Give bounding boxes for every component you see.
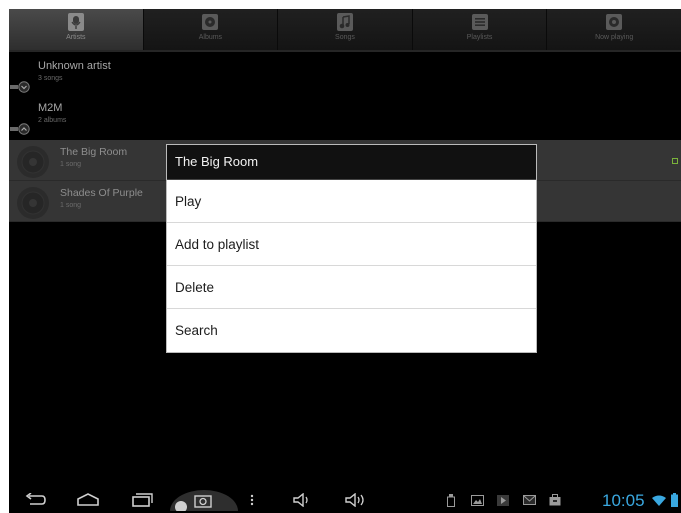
tab-songs-label: Songs	[335, 34, 355, 41]
list-item-artist[interactable]: M2M 2 albums	[9, 96, 681, 138]
music-note-icon	[336, 13, 354, 31]
tab-now-playing-label: Now playing	[595, 34, 634, 41]
album-icon	[201, 13, 219, 31]
artist-name: M2M	[38, 102, 63, 114]
image-notification-icon	[469, 489, 485, 511]
back-icon[interactable]	[23, 489, 47, 511]
album-song-count: 1 song	[60, 202, 82, 209]
artist-album-count: 2 albums	[38, 117, 67, 124]
play-notification-icon	[495, 489, 511, 511]
playlist-icon	[471, 13, 489, 31]
status-clock: 10:05	[602, 491, 645, 510]
tab-now-playing[interactable]: Now playing	[547, 9, 681, 50]
tab-playlists[interactable]: Playlists	[412, 9, 548, 50]
album-song-count: 1 song	[60, 161, 82, 168]
tab-albums-label: Albums	[198, 34, 223, 41]
menu-item-add-to-playlist[interactable]: Add to playlist	[167, 223, 536, 266]
shop-notification-icon	[547, 489, 563, 511]
wifi-icon	[651, 489, 667, 511]
menu-item-delete[interactable]: Delete	[167, 266, 536, 309]
now-playing-indicator-icon	[672, 158, 678, 164]
tab-bar: Artists Albums Songs Playlists Now playi…	[9, 9, 681, 50]
list-item-artist[interactable]: Unknown artist 3 songs	[9, 54, 681, 96]
album-name: Shades Of Purple	[60, 187, 143, 199]
artist-song-count: 3 songs	[38, 75, 63, 82]
album-name: The Big Room	[60, 146, 128, 158]
menu-item-play[interactable]: Play	[167, 180, 536, 223]
expand-icon[interactable]	[10, 78, 34, 93]
volume-up-icon[interactable]	[343, 489, 367, 511]
collapse-icon[interactable]	[10, 120, 34, 135]
tab-albums[interactable]: Albums	[143, 9, 279, 50]
usb-storage-icon	[445, 489, 457, 511]
home-icon[interactable]	[75, 489, 101, 511]
dialog-title: The Big Room	[167, 145, 536, 180]
music-app-screen: Artists Albums Songs Playlists Now playi…	[9, 9, 681, 513]
album-art-icon	[15, 185, 51, 221]
battery-icon	[669, 489, 679, 511]
recent-apps-icon[interactable]	[129, 489, 155, 511]
tab-artists-label: Artists	[66, 34, 86, 41]
tab-playlists-label: Playlists	[466, 34, 493, 41]
microphone-icon	[67, 13, 85, 31]
artist-name: Unknown artist	[38, 60, 111, 72]
album-art-icon	[15, 144, 51, 180]
volume-down-icon[interactable]	[291, 489, 313, 511]
system-navigation-bar: 10:05	[9, 487, 681, 513]
tab-songs[interactable]: Songs	[278, 9, 413, 50]
menu-dots-icon[interactable]	[247, 489, 257, 511]
tab-artists[interactable]: Artists	[9, 9, 144, 50]
screenshot-icon[interactable]	[169, 489, 239, 511]
menu-item-search[interactable]: Search	[167, 309, 536, 352]
context-menu-dialog: The Big Room Play Add to playlist Delete…	[167, 145, 536, 352]
mail-notification-icon	[521, 489, 537, 511]
now-playing-icon	[605, 13, 623, 31]
tab-divider	[9, 50, 681, 52]
